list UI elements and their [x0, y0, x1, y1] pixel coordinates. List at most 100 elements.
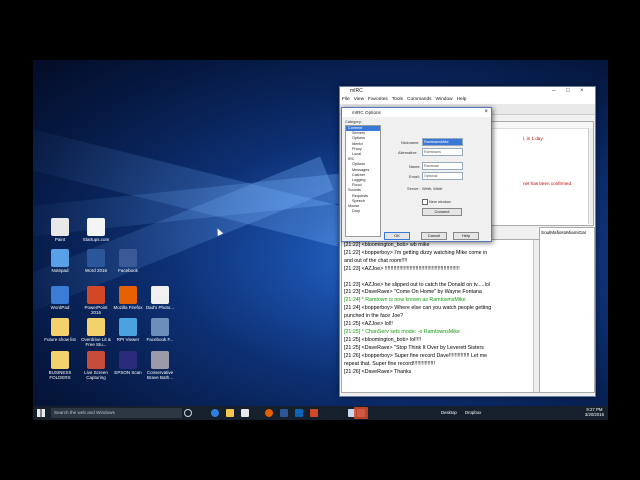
- mirc-title: mIRC: [350, 88, 363, 94]
- desktop-icon[interactable]: WordPad: [43, 286, 77, 310]
- desktop-icon[interactable]: Conservative Brave Bath...: [143, 351, 177, 380]
- desktop-icon-label: WordPad: [50, 305, 70, 310]
- status-window-titlebar[interactable]: [486, 122, 593, 129]
- desktop-icon[interactable]: Mozilla Firefox: [111, 286, 145, 310]
- desktop-icon-label: Dad's Photo...: [145, 305, 175, 310]
- desktop-icon[interactable]: RPI Viewer: [111, 318, 145, 342]
- close-icon[interactable]: ×: [580, 87, 584, 96]
- mirc-options-dialog: mIRC Options × Category: Connect Servers O…: [341, 107, 492, 242]
- status-scrollbar[interactable]: [588, 128, 593, 224]
- task-view-icon[interactable]: [184, 409, 192, 417]
- chat-line: [21:26] <DaveRave> Thanks: [344, 368, 412, 375]
- alternative-input[interactable]: Ramtowns: [422, 148, 463, 156]
- desktop-app-icon: [119, 249, 137, 267]
- store-icon[interactable]: [241, 409, 249, 417]
- desktop-icon[interactable]: Dad's Photo...: [143, 286, 177, 310]
- chat-line: [21:25] * ChanServ sets mode: -o Ramtown…: [344, 328, 460, 335]
- desktop-icon[interactable]: PowerPoint 2016: [79, 286, 113, 315]
- chat-line: [21:23] <DaveRave> "Come On Home" by Way…: [344, 289, 482, 296]
- desktop-icon[interactable]: Overdrive Lit & Free Stu...: [79, 318, 113, 347]
- desktop-icon[interactable]: Word 2016: [79, 249, 113, 273]
- desktop-label[interactable]: Desktop: [441, 410, 457, 415]
- taskbar-search-box[interactable]: Search the web and Windows: [51, 408, 182, 418]
- email-label: Email:: [409, 174, 420, 179]
- file-explorer-icon[interactable]: [226, 409, 234, 417]
- taskbar: Search the web and Windows Desktop Dropb…: [33, 406, 608, 420]
- desktop-icon[interactable]: Notepad: [43, 249, 77, 273]
- server-value: Wbtfr, Wbtfr: [422, 186, 443, 191]
- desktop-app-icon: [51, 249, 69, 267]
- edge-icon[interactable]: [211, 409, 219, 417]
- desktop-app-icon: [87, 286, 105, 304]
- menu-item[interactable]: Tools: [392, 97, 403, 102]
- desktop-app-icon: [87, 318, 105, 336]
- desktop-icon[interactable]: Paint: [43, 218, 77, 242]
- connect-button[interactable]: Connect: [422, 208, 462, 216]
- desktop-app-icon: [119, 286, 137, 304]
- menu-item[interactable]: Window: [436, 97, 453, 102]
- email-input[interactable]: Optional: [422, 172, 463, 180]
- powerpoint-taskbar-icon[interactable]: [310, 409, 318, 417]
- chat-line: [21:25] <bloomington_bob> lol!!!!: [344, 336, 422, 343]
- mirc-active-taskbar-icon[interactable]: [354, 407, 368, 419]
- taskbar-clock[interactable]: 9:27 PM 3/20/2016: [585, 407, 604, 417]
- category-label: Category:: [345, 119, 362, 124]
- desktop-icon[interactable]: Live Screen Capturing: [79, 351, 113, 380]
- desktop-icon-label: Conservative Brave Bath...: [146, 370, 174, 380]
- cancel-button[interactable]: Cancel: [421, 232, 447, 240]
- maximize-icon[interactable]: □: [566, 87, 570, 96]
- chat-scrollbar[interactable]: [533, 240, 539, 392]
- ok-button[interactable]: OK: [384, 232, 410, 240]
- outlook-taskbar-icon[interactable]: [295, 409, 303, 417]
- dropbox-label[interactable]: Dropbox: [465, 410, 481, 415]
- mirc-titlebar[interactable]: mIRC – □ ×: [340, 87, 595, 96]
- chat-line: [21:25] <AZJoe> lol!!: [344, 321, 393, 328]
- chat-line: [21:25] <DaveRave> "Stop Think It Over b…: [344, 344, 484, 351]
- clock-date: 3/20/2016: [584, 412, 604, 417]
- category-tree-item[interactable]: Drop: [346, 209, 380, 214]
- help-button[interactable]: Help: [453, 232, 479, 240]
- name-input[interactable]: Ramtown: [422, 162, 463, 170]
- chat-line: [21:26] <bopperboy> Super fine record Da…: [344, 352, 488, 359]
- desktop-app-icon: [119, 351, 137, 369]
- desktop-app-icon: [51, 218, 69, 236]
- desktop-app-icon: [151, 286, 169, 304]
- desktop-icon[interactable]: EPSON Scan: [111, 351, 145, 375]
- desktop-app-icon: [119, 318, 137, 336]
- firefox-taskbar-icon[interactable]: [265, 409, 273, 417]
- chat-line: [21:24] <bopperboy> Where else can you w…: [344, 305, 492, 312]
- desktop-icon-label: Mozilla Firefox: [113, 305, 143, 310]
- alternative-label: Alternative:: [398, 150, 418, 155]
- menu-item[interactable]: File: [342, 97, 350, 102]
- nick-list[interactable]: SoulMafiosoMiamiGar: [539, 227, 595, 393]
- windows-start-icon[interactable]: [37, 409, 45, 417]
- dialog-title: mIRC Options: [352, 110, 381, 115]
- menu-item[interactable]: View: [354, 97, 364, 102]
- nick-list-item[interactable]: SoulMafiosoMiamiGar: [540, 228, 594, 237]
- menu-item[interactable]: Favorites: [368, 97, 388, 102]
- nickname-label: Nickname:: [401, 140, 420, 145]
- new-window-checkbox[interactable]: [422, 199, 428, 205]
- desktop-icon-label: Overdrive Lit & Free Stu...: [81, 337, 111, 347]
- chat-line: and out of the chat room!!!!: [344, 257, 408, 264]
- server-label: Server:: [407, 186, 420, 191]
- desktop-icon[interactable]: Facebook F...: [143, 318, 177, 342]
- chat-line: [21:22] <bopperboy> I'm getting dizzy wa…: [344, 249, 488, 256]
- desktop-icon[interactable]: BUSINESS FOLDERS: [43, 351, 77, 380]
- desktop-icon[interactable]: Future show list: [43, 318, 77, 342]
- nickname-input[interactable]: RamtownsMike: [422, 138, 463, 146]
- desktop-icon-label: RPI Viewer: [116, 337, 140, 342]
- status-line: net has been confirmed.: [523, 181, 573, 186]
- status-line: l, in 1 day.: [523, 136, 544, 141]
- menu-item[interactable]: Help: [457, 97, 467, 102]
- desktop-icon-label: Word 2016: [85, 268, 107, 273]
- dialog-titlebar[interactable]: mIRC Options ×: [342, 108, 491, 117]
- chat-line: [21:23] <AZJoe> he slipped out to catch …: [344, 281, 490, 288]
- dialog-close-icon[interactable]: ×: [484, 108, 488, 117]
- desktop-icon[interactable]: Facebook: [111, 249, 145, 273]
- minimize-icon[interactable]: –: [552, 87, 555, 96]
- desktop-icon[interactable]: Startups.com: [79, 218, 113, 242]
- category-tree[interactable]: Connect Servers Options Identd Proxy Local IRC…: [345, 125, 381, 237]
- menu-item[interactable]: Commands: [407, 97, 432, 102]
- word-taskbar-icon[interactable]: [280, 409, 288, 417]
